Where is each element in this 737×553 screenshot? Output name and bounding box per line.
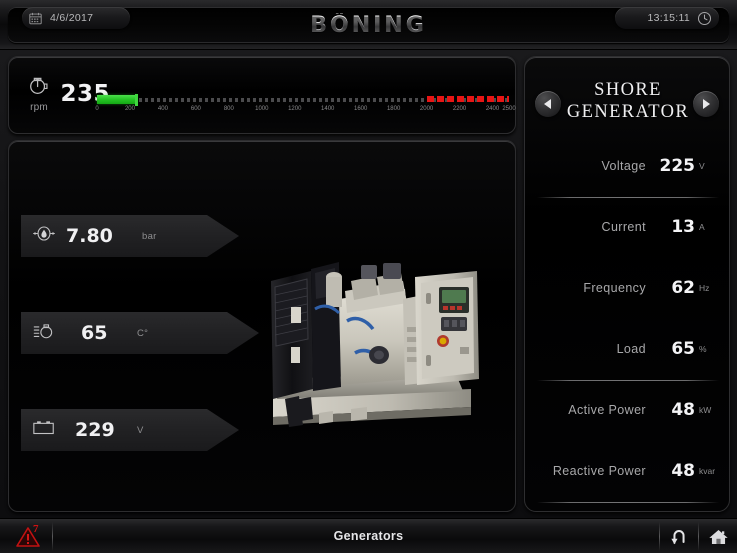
time-text: 13:15:11 [647, 12, 690, 24]
coolant-temperature-unit: C° [137, 327, 149, 339]
rpm-tick-label: 1000 [255, 106, 269, 112]
rpm-bar-fill [97, 95, 136, 104]
clock-icon [697, 11, 712, 26]
previous-generator-button[interactable] [535, 91, 561, 117]
measurement-value: 65 [671, 338, 695, 359]
measurement-row: Voltage 225 V [525, 135, 729, 196]
measurement-unit: V [699, 160, 705, 171]
measurement-row: Load 65% [525, 318, 729, 379]
coolant-temperature-value: 65 [81, 322, 108, 344]
measurement-unit: Hz [699, 282, 710, 293]
rpm-unit-label: rpm [30, 102, 48, 113]
engine-overview-panel: 7.80 bar 65 C° 229 V [8, 140, 516, 512]
measurement-row: Current 13 A [525, 196, 729, 257]
panel-divider [537, 502, 719, 503]
measurement-value: 48 [671, 460, 695, 481]
generator-measurement-list: Voltage 225 V Current 13 A Frequency 62 Hz Load 65… [525, 135, 729, 501]
battery-voltage-value: 229 [75, 419, 115, 441]
measurement-value: 48 [671, 399, 695, 420]
measurement-unit: % [699, 343, 707, 354]
measurement-label: Reactive Power [552, 463, 646, 478]
measurement-row: Reactive Power 48 kvar [525, 440, 729, 501]
back-button[interactable] [660, 522, 698, 551]
gauge-coolant-temperature[interactable]: 65 C° [21, 312, 259, 354]
rpm-bar-cursor [134, 94, 138, 106]
rpm-bar-graph: 0 200 400 600 800 1000 1200 1400 1600 1800 2000 220… [95, 94, 516, 125]
measurement-row: Frequency 62 Hz [525, 257, 729, 318]
chevron-left-icon [544, 99, 551, 109]
rpm-icon-group: rpm [22, 75, 56, 113]
rpm-tick-label: 1800 [386, 106, 401, 112]
battery-voltage-unit: V [137, 424, 144, 436]
oil-pressure-icon [31, 225, 57, 247]
measurement-label: Voltage [601, 158, 646, 173]
rpm-tick-label: 2500 [502, 106, 516, 112]
measurement-unit: kvar [699, 465, 716, 476]
generator-detail-panel: SHORE GENERATOR Voltage 225 V Current 13 A Fre… [524, 56, 730, 512]
home-icon [708, 529, 728, 544]
generator-set-image [255, 229, 505, 429]
rpm-tick-label: 600 [190, 106, 201, 112]
rpm-redline-zone [426, 96, 509, 102]
next-generator-button[interactable] [693, 91, 719, 117]
bottom-status-bar: 7 Generators [0, 518, 737, 553]
rpm-tick-label: 0 [95, 106, 99, 112]
rpm-tick-label: 400 [157, 106, 168, 112]
application-root: 4/6/2017 BÖNING 13:15:11 rpm [0, 0, 737, 553]
measurement-label: Frequency [583, 280, 646, 295]
rpm-tick-label: 1200 [288, 106, 302, 112]
gauge-oil-pressure[interactable]: 7.80 bar [21, 215, 239, 257]
rpm-tick-label: 2200 [452, 106, 467, 112]
rpm-tick-label: 800 [223, 106, 234, 112]
rpm-bar-track [97, 94, 509, 106]
gauge-battery-voltage[interactable]: 229 V [21, 409, 239, 451]
measurement-unit: A [699, 221, 705, 232]
measurement-label: Load [616, 341, 646, 356]
page-title: Generators [333, 529, 404, 543]
measurement-label: Active Power [568, 402, 646, 417]
measurement-value: 62 [671, 277, 695, 298]
measurement-unit: kW [699, 404, 712, 415]
measurement-value: 225 [659, 155, 696, 176]
rpm-scale-labels: 0 200 400 600 800 1000 1200 1400 1600 1800 2000 220… [95, 106, 515, 118]
measurement-value: 13 [671, 216, 695, 237]
battery-voltage-icon [31, 419, 57, 441]
measurement-label: Current [601, 219, 646, 234]
top-header-bar: 4/6/2017 BÖNING 13:15:11 [0, 0, 737, 50]
home-button[interactable] [699, 522, 737, 551]
measurement-row: Active Power 48 kW [525, 379, 729, 440]
coolant-temperature-icon [31, 322, 57, 345]
back-arrow-icon [671, 530, 685, 545]
engine-rpm-icon [29, 77, 48, 94]
rpm-gauge-panel: rpm 235 0 200 400 600 800 1000 1200 1400 1600 180… [8, 56, 516, 134]
oil-pressure-value: 7.80 [66, 225, 113, 247]
rpm-tick-label: 1600 [353, 106, 368, 112]
rpm-tick-label: 1400 [321, 106, 335, 112]
chevron-right-icon [703, 99, 710, 109]
time-display[interactable]: 13:15:11 [615, 7, 719, 29]
oil-pressure-unit: bar [142, 230, 157, 242]
rpm-tick-label: 2000 [419, 106, 434, 112]
rpm-tick-label: 2400 [485, 106, 500, 112]
rpm-tick-label: 200 [124, 106, 135, 112]
